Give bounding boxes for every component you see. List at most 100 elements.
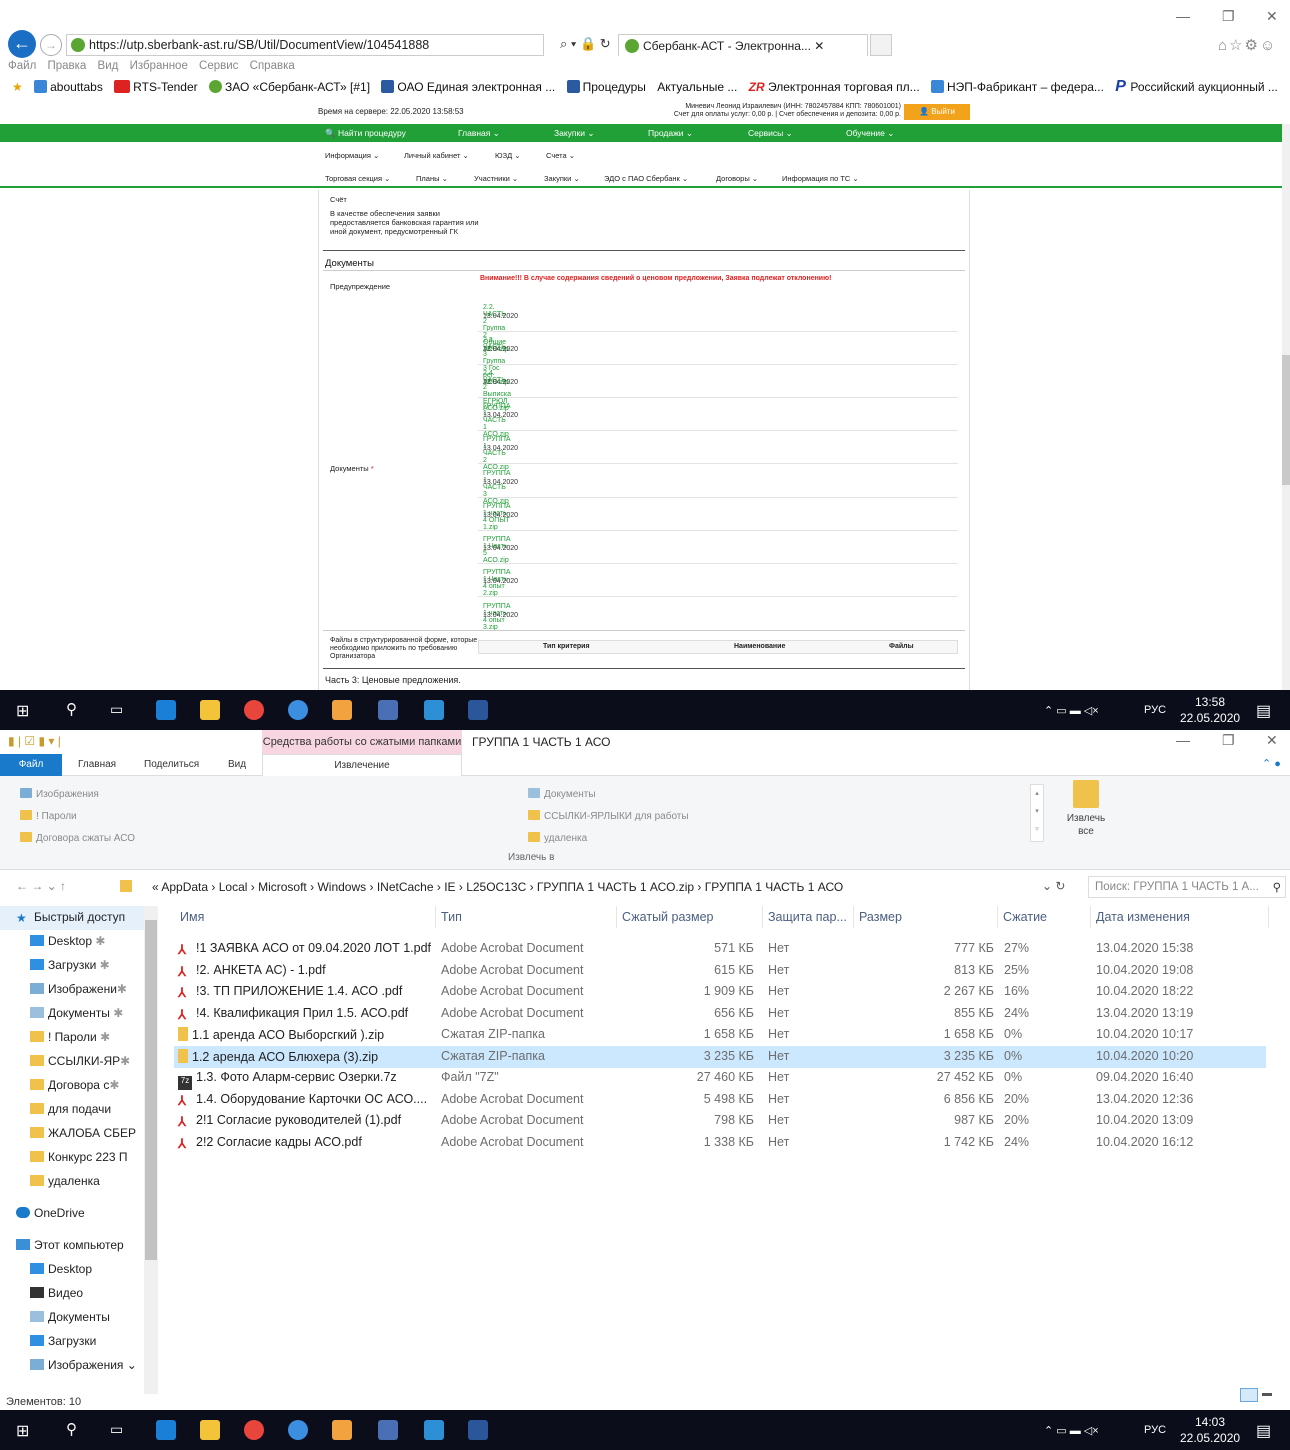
subnav-accounts[interactable]: Счета ⌄ [546,151,575,160]
nav-documents[interactable]: Документы ✱ [30,1006,123,1020]
ie-icon[interactable] [288,1420,308,1440]
menu-favorites[interactable]: Избранное [130,60,188,72]
nav-contest[interactable]: Конкурс 223 П [30,1150,128,1164]
task-view-icon[interactable]: ▭ [110,701,123,718]
nav-pc-downloads[interactable]: Загрузки [30,1334,96,1348]
tray-clock[interactable]: 13:58 22.05.2020 [1180,694,1240,726]
menu-view[interactable]: Вид [98,60,119,72]
doc-link[interactable]: ГРУППА 1 ЧАСТЬ 1 АСО.zip [483,403,510,438]
nav-find-procedure[interactable]: 🔍 Найти процедуру [325,128,406,139]
table-row[interactable]: ⅄ !1 ЗАЯВКА АСО от 09.04.2020 ЛОТ 1.pdf Ad… [174,938,1266,960]
crumb-item[interactable]: ГРУППА 1 ЧАСТЬ 1 АСО.zip [537,880,694,894]
col-type[interactable]: Тип [441,910,462,924]
forward-button[interactable]: → [40,34,62,56]
nav-remote[interactable]: удаленка [30,1174,100,1188]
task-view-icon[interactable]: ▭ [110,1421,123,1438]
ex-restore-icon[interactable]: ❐ [1222,732,1235,749]
crumb-item[interactable]: INetCache [377,880,434,894]
word-icon[interactable] [468,1420,488,1440]
file-explorer-icon[interactable] [200,1420,220,1440]
subnav-cabinet[interactable]: Личный кабинет ⌄ [404,151,469,160]
app-icon[interactable] [378,1420,398,1440]
ie-scroll-thumb[interactable] [1282,355,1290,485]
fav-rad[interactable]: Р Российский аукционный ... [1115,78,1278,95]
crumb-item[interactable]: Local [219,880,248,894]
subnav-purchases[interactable]: Закупки ⌄ [544,174,580,183]
breadcrumb[interactable]: « AppData › Local › Microsoft › Windows … [152,880,843,894]
minimize-icon[interactable]: — [1176,8,1190,24]
subnav-info[interactable]: Информация ⌄ [325,151,379,160]
crumb-item[interactable]: ГРУППА 1 ЧАСТЬ 1 АСО [705,880,844,894]
nav-for-submission[interactable]: для подачи [30,1102,111,1116]
table-row[interactable]: 1.2 аренда АСО Блюхера (3).zip Сжатая ZIP… [174,1045,1266,1068]
tray-icons[interactable]: ⌃ ▭ ▬ ◁× [1044,1424,1099,1437]
word-icon[interactable] [468,700,488,720]
chrome-icon[interactable] [244,700,264,720]
crumb-item[interactable]: L25OC13C [466,880,526,894]
chrome-icon[interactable] [244,1420,264,1440]
extract-to-images[interactable]: Изображения [20,788,99,800]
mail-icon[interactable] [332,1420,352,1440]
nav-images[interactable]: Изображени✱ [30,982,127,996]
subnav-trade[interactable]: Торговая секция ⌄ [325,174,390,183]
extract-all-button[interactable]: Извлечь все [1060,780,1112,850]
windows-start-icon[interactable]: ⊞ [16,1421,29,1441]
fav-zakazrf[interactable]: ZR Электронная торговая пл... [749,80,920,94]
nav-this-pc[interactable]: Этот компьютер [16,1238,124,1252]
tab-view[interactable]: Вид [228,759,246,770]
extract-to-remote[interactable]: удаленка [528,832,587,844]
edge-icon[interactable] [156,700,176,720]
tray-lang[interactable]: РУС [1144,1424,1166,1436]
subnav-yuzd[interactable]: ЮЗД ⌄ [495,151,521,160]
table-row[interactable]: ⅄ !3. ТП ПРИЛОЖЕНИЕ 1.4. АСО .pdf Adobe Ac… [174,981,1266,1003]
app-icon[interactable] [378,700,398,720]
nav-pc-documents[interactable]: Документы [30,1310,110,1324]
quick-access-toolbar-icon[interactable]: ▮ | ☑ ▮ ▾ | [8,734,61,748]
tray-icons[interactable]: ⌃ ▭ ▬ ◁× [1044,704,1099,717]
help-icon[interactable]: ⌃ ● [1262,757,1281,770]
nav-pc-desktop[interactable]: Desktop [30,1262,92,1276]
nav-arrows-icon[interactable]: ← → ⌄ ↑ [16,879,66,893]
menu-file[interactable]: Файл [8,60,36,72]
nav-main[interactable]: Главная ⌄ [458,128,500,139]
tray-lang[interactable]: РУС [1144,704,1166,716]
subnav-plans[interactable]: Планы ⌄ [416,174,448,183]
crumb-item[interactable]: AppData [161,880,208,894]
fav-sberbank-ast[interactable]: ЗАО «Сбербанк-АСТ» [#1] [209,80,370,94]
nav-onedrive[interactable]: OneDrive [16,1206,85,1220]
col-ratio[interactable]: Сжатие [1003,910,1047,924]
fav-eets[interactable]: ОАО Единая электронная ... [381,80,555,94]
table-row[interactable]: 7z 1.3. Фото Аларм-сервис Озерки.7z Файл "… [174,1067,1266,1090]
search-input[interactable]: Поиск: ГРУППА 1 ЧАСТЬ 1 А... ⚲ [1088,876,1286,898]
nav-passwords[interactable]: ! Пароли ✱ [30,1030,110,1044]
restore-icon[interactable]: ❐ [1222,8,1235,25]
ex-minimize-icon[interactable]: — [1176,732,1190,748]
table-row[interactable]: ⅄ 2!1 Согласие руководителей (1).pdf Adobe… [174,1110,1266,1132]
fav-abouttabs[interactable]: abouttabs [34,80,103,94]
fav-rts[interactable]: RTS-Tender [114,80,198,94]
nav-quick-access[interactable]: ★ Быстрый доступ [0,906,144,930]
nav-links[interactable]: ССЫЛКИ-ЯР✱ [30,1054,130,1068]
nav-purchases[interactable]: Закупки ⌄ [554,128,594,139]
table-row[interactable]: 1.1 аренда АСО Выборсгкий ).zip Сжатая ZI… [174,1024,1266,1046]
col-compressed-size[interactable]: Сжатый размер [622,910,714,924]
app2-icon[interactable] [424,700,444,720]
gallery-scroll[interactable]: ▴ ▾ ▿ [1030,784,1044,842]
col-size[interactable]: Размер [859,910,902,924]
table-row[interactable]: ⅄ 2!2 Согласие кадры АСО.pdf Adobe Acrobat… [174,1132,1266,1154]
extract-to-documents[interactable]: Документы [528,788,596,800]
notifications-icon[interactable]: ▤ [1256,1421,1271,1441]
table-row[interactable]: ⅄ !2. АНКЕТА АС) - 1.pdf Adobe Acrobat Doc… [174,960,1266,982]
nav-sales[interactable]: Продажи ⌄ [648,128,693,139]
tray-clock[interactable]: 14:03 22.05.2020 [1180,1414,1240,1446]
subnav-participants[interactable]: Участники ⌄ [474,174,518,183]
menu-edit[interactable]: Правка [47,60,86,72]
subnav-ts-info[interactable]: Информация по ТС ⌄ [782,174,859,183]
logout-button[interactable]: 👤 Выйти [904,104,970,120]
mail-icon[interactable] [332,700,352,720]
browser-tab[interactable]: Сбербанк-АСТ - Электронна... ✕ [618,34,868,56]
extract-to-links[interactable]: ССЫЛКИ-ЯРЛЫКИ для работы [528,810,689,822]
notifications-icon[interactable]: ▤ [1256,701,1271,721]
ie-icon[interactable] [288,700,308,720]
new-tab-button[interactable] [870,34,892,56]
